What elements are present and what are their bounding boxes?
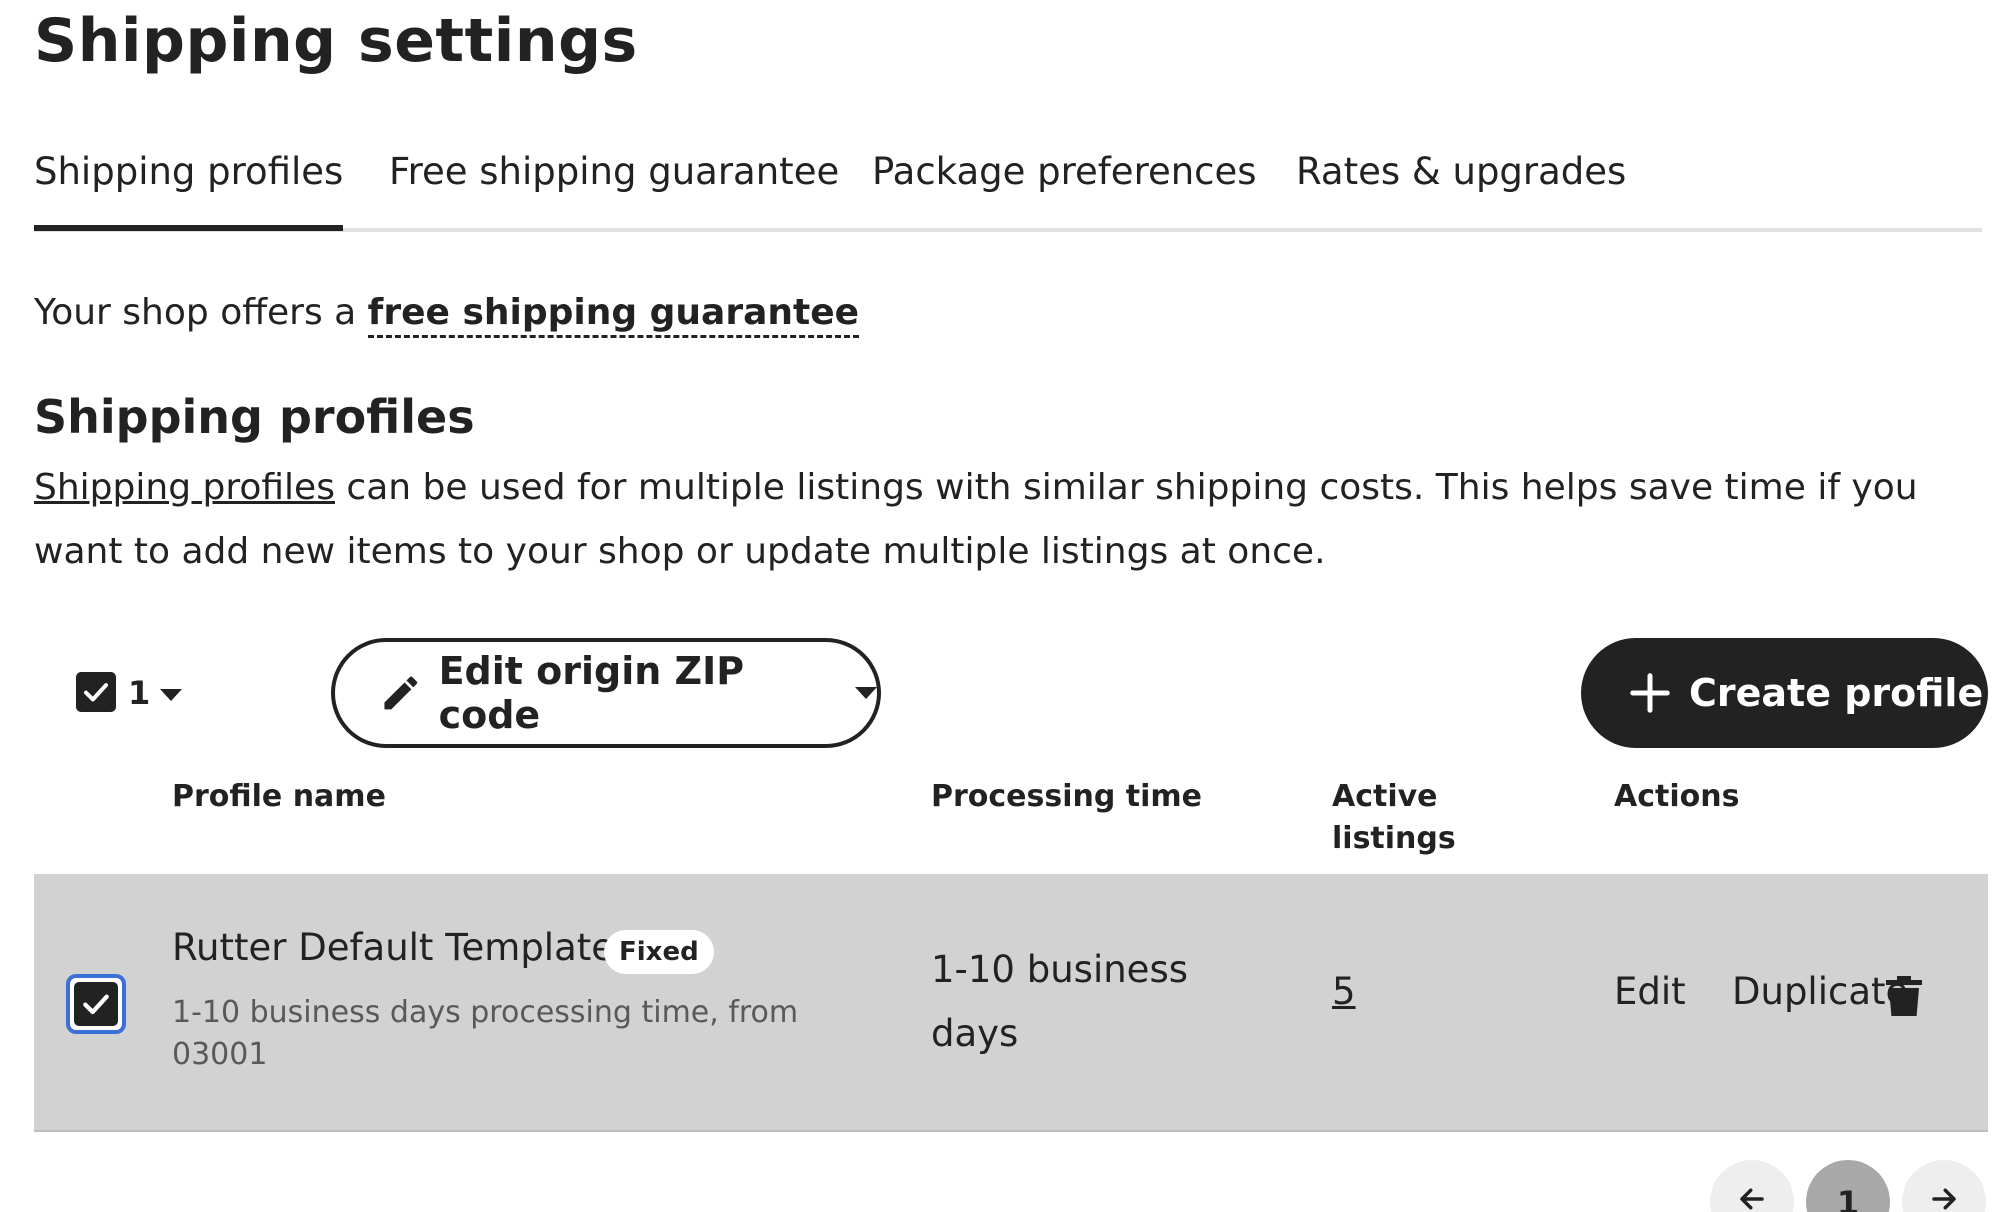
tab-bar: Shipping profiles Free shipping guarante… (34, 140, 1982, 232)
shipping-profiles-heading: Shipping profiles (34, 390, 475, 444)
plus-icon (1630, 673, 1670, 713)
create-profile-label: Create profile (1689, 671, 1984, 715)
shipping-profiles-description: Shipping profiles can be used for multip… (34, 456, 1974, 584)
guarantee-notice: Your shop offers a free shipping guarant… (34, 292, 860, 338)
create-profile-button[interactable]: Create profile (1581, 638, 1988, 748)
header-profile-name: Profile name (172, 779, 386, 814)
processing-time-value: 1-10 business days (931, 948, 1188, 1055)
select-all-checkbox[interactable] (76, 672, 116, 712)
edit-profile-link[interactable]: Edit (1614, 970, 1686, 1013)
page-title: Shipping settings (34, 6, 638, 76)
profile-description: 1-10 business days processing time, from… (172, 995, 799, 1072)
free-shipping-guarantee-link[interactable]: free shipping guarantee (367, 292, 860, 338)
duplicate-profile-link[interactable]: Duplicate (1732, 970, 1908, 1013)
chevron-down-icon (855, 687, 877, 699)
tab-shipping-profiles[interactable]: Shipping profiles (34, 150, 344, 231)
checkmark-icon (83, 994, 109, 1015)
row-checkbox-box (74, 982, 118, 1026)
page-number-button[interactable]: 1 (1806, 1160, 1890, 1212)
edit-origin-zip-button[interactable]: Edit origin ZIP code (331, 638, 881, 748)
trash-icon[interactable] (1884, 974, 1924, 1018)
chevron-down-icon[interactable] (160, 689, 182, 701)
tab-package-preferences[interactable]: Package preferences (872, 150, 1257, 193)
arrow-right-icon (1932, 1188, 1956, 1210)
shipping-profiles-link[interactable]: Shipping profiles (34, 467, 335, 508)
profile-name: Rutter Default Template (172, 926, 615, 969)
next-page-button[interactable] (1902, 1160, 1986, 1212)
guarantee-prefix: Your shop offers a (34, 292, 368, 333)
header-processing-time: Processing time (931, 779, 1203, 814)
header-actions: Actions (1614, 779, 1740, 814)
table-row: Rutter Default Template Fixed 1-10 busin… (34, 874, 1988, 1132)
checkmark-icon (84, 683, 108, 702)
row-checkbox[interactable] (66, 974, 126, 1034)
active-listings-link[interactable]: 5 (1332, 970, 1356, 1013)
header-active-listings: Active listings (1332, 779, 1456, 856)
tab-free-shipping-guarantee[interactable]: Free shipping guarantee (389, 150, 839, 193)
arrow-left-icon (1740, 1188, 1764, 1210)
pencil-icon (384, 676, 418, 710)
status-badge: Fixed (604, 930, 714, 974)
tab-rates-upgrades[interactable]: Rates & upgrades (1296, 150, 1626, 193)
previous-page-button[interactable] (1710, 1160, 1794, 1212)
edit-origin-zip-label: Edit origin ZIP code (438, 649, 745, 737)
selected-count: 1 (128, 674, 151, 712)
